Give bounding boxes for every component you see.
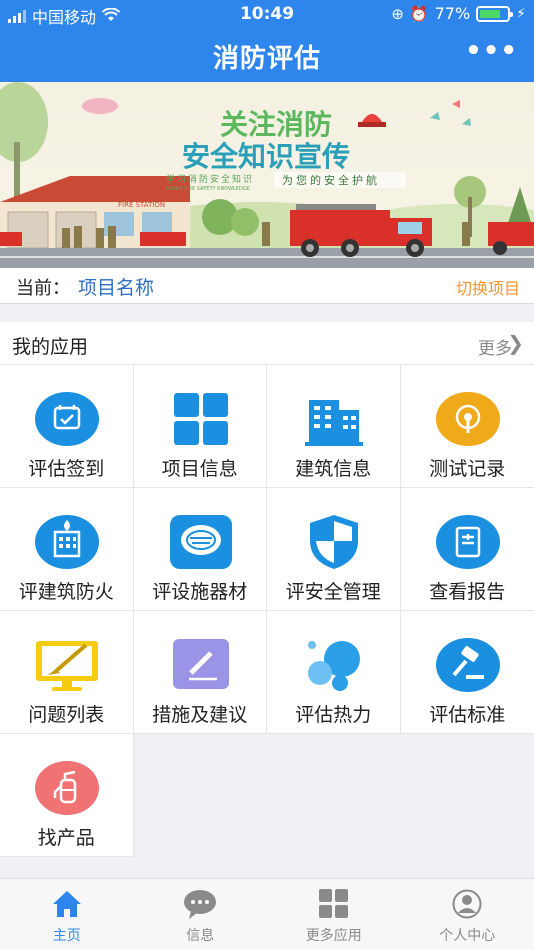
app-assessment-standard[interactable]: 评估标准 [400, 611, 534, 734]
gavel-icon [435, 636, 501, 694]
app-project-info[interactable]: 项目信息 [133, 365, 267, 488]
tab-label: 个人中心 [439, 928, 496, 944]
app-safety-mgmt-assess[interactable]: 评安全管理 [267, 488, 401, 611]
tab-bar: 主页 信息 更多应用 个人中心 [0, 878, 534, 950]
tab-label: 主页 [52, 928, 81, 944]
rotation-lock-icon: ⊕ [391, 4, 404, 23]
bubbles-icon [301, 636, 367, 694]
calendar-check-icon [34, 390, 100, 448]
station-sign: FIRE STATION [118, 201, 165, 209]
edit-icon [168, 636, 234, 694]
banner-headline-2: 安全知识宣传 [182, 140, 350, 173]
home-icon [0, 889, 134, 919]
my-apps-header: 我的应用 更多 ❯ [0, 322, 534, 365]
switch-project-button[interactable]: 切换项目 [456, 275, 520, 299]
banner-slogan: 为您的安全护航 [282, 173, 380, 187]
monitor-brush-icon [34, 636, 100, 694]
smoke-detector-icon [168, 513, 234, 571]
app-label: 查看报告 [429, 581, 506, 603]
apps-icon [267, 889, 401, 919]
banner-image[interactable]: FIRE STATION 关注消防 安全知识宣传 学习消防安全知识 LEARN … [0, 82, 534, 268]
app-label: 问题列表 [28, 704, 105, 726]
empty-cell [400, 734, 534, 857]
app-measures-suggestions[interactable]: 措施及建议 [133, 611, 267, 734]
tab-home[interactable]: 主页 [0, 879, 134, 950]
building-icon [301, 390, 367, 448]
tab-more-apps[interactable]: 更多应用 [267, 879, 401, 950]
app-label: 评估签到 [28, 458, 105, 480]
page-title: 消防评估 [212, 44, 321, 74]
status-bar: 中国移动 10:49 ⊕ ⏰ 77% ⚡ [0, 0, 534, 28]
building-fire-icon [34, 513, 100, 571]
app-label: 项目信息 [161, 458, 238, 480]
app-building-fire-assess[interactable]: 评建筑防火 [0, 488, 134, 611]
apps-grid: 评估签到 项目信息 建筑信息 测试记录 评建筑防火 评设施器材 评安全管理 查看… [0, 365, 534, 857]
battery-percent: 77% [434, 4, 471, 23]
tab-label: 更多应用 [305, 928, 362, 944]
app-label: 评估标准 [429, 704, 506, 726]
chevron-right-icon[interactable]: ❯ [507, 331, 524, 355]
grid-icon [168, 390, 234, 448]
banner-subtitle-en: LEARN FIRE SAFETY KNOWLEDGE [166, 186, 250, 192]
app-view-report[interactable]: 查看报告 [400, 488, 534, 611]
tab-profile[interactable]: 个人中心 [401, 879, 534, 950]
app-test-records[interactable]: 测试记录 [400, 365, 534, 488]
banner-subtitle: 学习消防安全知识 [166, 173, 254, 185]
extinguisher-icon [34, 759, 100, 817]
project-bar: 当前： 项目名称 切换项目 [0, 268, 534, 304]
app-find-products[interactable]: 找产品 [0, 734, 134, 857]
current-project-label: 当前： [16, 278, 70, 299]
app-building-info[interactable]: 建筑信息 [267, 365, 401, 488]
user-icon [401, 889, 534, 919]
empty-cell [267, 734, 401, 857]
more-menu-button[interactable]: ••• [465, 36, 518, 66]
alarm-icon: ⏰ [409, 4, 429, 23]
app-label: 评建筑防火 [18, 581, 114, 603]
app-label: 措施及建议 [152, 704, 248, 726]
record-icon [435, 390, 501, 448]
shield-icon [301, 513, 367, 571]
tab-messages[interactable]: 信息 [134, 879, 268, 950]
app-label: 测试记录 [429, 458, 506, 480]
nav-bar: 消防评估 ••• [0, 28, 534, 82]
app-label: 评安全管理 [285, 581, 381, 603]
my-apps-section: 我的应用 更多 ❯ 评估签到 项目信息 建筑信息 测试记录 评建筑防火 评设施器… [0, 322, 534, 857]
tab-label: 信息 [186, 928, 215, 944]
chat-icon [134, 889, 268, 919]
app-issue-list[interactable]: 问题列表 [0, 611, 134, 734]
charging-icon: ⚡ [516, 5, 526, 22]
report-icon [435, 513, 501, 571]
current-project-name[interactable]: 项目名称 [78, 273, 154, 300]
app-label: 找产品 [37, 827, 95, 849]
battery-icon [476, 5, 514, 22]
banner-headline-1: 关注消防 [220, 108, 332, 141]
app-label: 建筑信息 [295, 458, 372, 480]
app-check-in[interactable]: 评估签到 [0, 365, 134, 488]
app-facility-assess[interactable]: 评设施器材 [133, 488, 267, 611]
my-apps-title: 我的应用 [12, 336, 89, 358]
app-label: 评设施器材 [152, 581, 248, 603]
app-label: 评估热力 [295, 704, 372, 726]
empty-cell [133, 734, 267, 857]
app-assessment-heat[interactable]: 评估热力 [267, 611, 401, 734]
